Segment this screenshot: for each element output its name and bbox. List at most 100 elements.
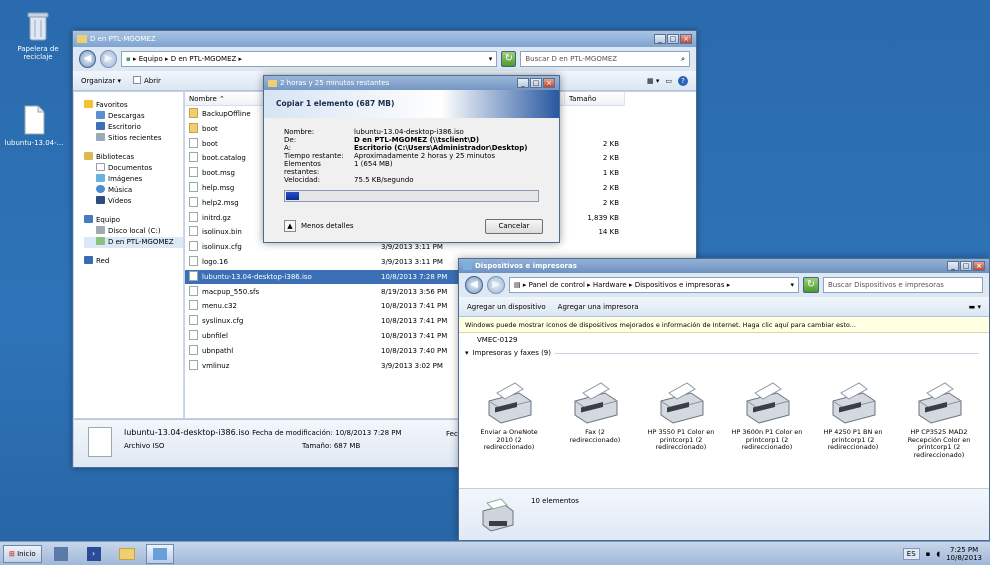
taskbar: ⊞ Inicio › ES ▪ ◖ 7:25 PM 10/8/2013	[0, 541, 990, 565]
network-drive-icon	[96, 237, 105, 245]
help-icon[interactable]: ?	[678, 75, 688, 86]
copy-progress-dialog[interactable]: 2 horas y 25 minutos restantes _ □ × Cop…	[263, 75, 560, 243]
info-bar[interactable]: Windows puede mostrar iconos de disposit…	[459, 317, 989, 333]
printer-item[interactable]: HP 3550 P1 Color en printcorp1 (2 redire…	[645, 379, 717, 452]
copy-dialog-titlebar[interactable]: 2 horas y 25 minutos restantes _ □ ×	[264, 76, 559, 90]
printer-label: HP 4250 P1 BN en printcorp1 (2 redirecci…	[823, 428, 883, 451]
library-icon	[84, 152, 93, 160]
file-icon	[189, 167, 198, 178]
copy-detail-key: Velocidad:	[284, 176, 321, 184]
file-name-cell: macpup_550.sfs	[189, 285, 259, 299]
search-icon[interactable]: ⌕	[681, 55, 685, 64]
nav-item-network-drive[interactable]: D en PTL-MGOMEZ	[84, 237, 183, 248]
cancel-button[interactable]: Cancelar	[485, 219, 543, 234]
address-bar[interactable]: ▪ ▸ Equipo ▸ D en PTL-MGOMEZ ▸ ▾	[121, 51, 498, 67]
copy-detail-row: Velocidad: 75.5 KB/segundo	[284, 176, 545, 184]
volume-tray-icon[interactable]: ◖	[936, 550, 940, 558]
nav-item-pictures[interactable]: Imágenes	[84, 174, 183, 185]
refresh-button[interactable]: ↻	[803, 277, 819, 293]
nav-network[interactable]: Red	[84, 256, 183, 267]
file-name-cell: isolinux.cfg	[189, 240, 242, 254]
printer-item[interactable]: HP 4250 P1 BN en printcorp1 (2 redirecci…	[817, 379, 889, 452]
forward-button[interactable]: ▶	[487, 276, 505, 294]
address-dropdown-icon[interactable]: ▾	[790, 281, 794, 289]
taskbar-control-panel[interactable]	[145, 543, 174, 564]
breadcrumb-control-panel[interactable]: Panel de control	[529, 281, 585, 289]
forward-button[interactable]: ▶	[100, 50, 118, 68]
nav-item-music[interactable]: Música	[84, 185, 183, 196]
language-indicator[interactable]: ES	[902, 547, 920, 560]
close-button[interactable]: ×	[680, 34, 692, 44]
iso-file-shortcut[interactable]: lubuntu-13.04-...	[4, 104, 64, 147]
devices-address-bar[interactable]: ▤ ▸ Panel de control ▸ Hardware ▸ Dispos…	[509, 277, 799, 293]
address-dropdown-icon[interactable]: ▾	[489, 55, 493, 63]
devices-titlebar[interactable]: Dispositivos e impresoras _ □ ×	[459, 259, 989, 273]
taskbar-server-manager[interactable]	[47, 544, 75, 564]
taskbar-explorer[interactable]	[113, 544, 141, 564]
nav-item-local-disk[interactable]: Disco local (C:)	[84, 226, 183, 237]
preview-pane-icon[interactable]: ▭	[665, 77, 672, 85]
file-size-cell: 2 KB	[602, 154, 619, 163]
file-icon	[189, 330, 198, 340]
add-device-button[interactable]: Agregar un dispositivo	[467, 303, 546, 311]
printers-group-header[interactable]: ▾ Impresoras y faxes (9)	[459, 344, 989, 357]
clock[interactable]: 7:25 PM 10/8/2013	[946, 546, 982, 562]
start-button[interactable]: ⊞ Inicio	[3, 544, 42, 563]
minimize-button[interactable]: _	[654, 34, 666, 44]
file-icon	[189, 344, 198, 355]
back-button[interactable]: ◀	[465, 276, 483, 294]
file-date-cell: 8/19/2013 3:56 PM	[381, 287, 448, 296]
details-filename: lubuntu-13.04-desktop-i386.iso	[124, 428, 250, 437]
clock-date: 10/8/2013	[946, 553, 982, 562]
close-button[interactable]: ×	[973, 261, 985, 271]
refresh-button[interactable]: ↻	[501, 51, 517, 67]
details-modified-value: 10/8/2013 7:28 PM	[335, 429, 402, 437]
add-printer-button[interactable]: Agregar una impresora	[558, 303, 639, 311]
explorer-search-input[interactable]: Buscar D en PTL-MGOMEZ ⌕	[520, 51, 690, 67]
nav-item-downloads[interactable]: Descargas	[84, 111, 183, 122]
nav-item-desktop[interactable]: Escritorio	[84, 122, 183, 133]
close-button[interactable]: ×	[543, 78, 555, 88]
network-tray-icon[interactable]: ▪	[926, 550, 931, 558]
copy-detail-row: Nombre: lubuntu-13.04-desktop-i386.iso	[284, 128, 545, 136]
breadcrumb-hardware[interactable]: Hardware	[593, 281, 627, 289]
nav-libraries[interactable]: Bibliotecas	[84, 152, 183, 163]
view-options-icon[interactable]: ▦ ▾	[647, 77, 659, 85]
column-header-size[interactable]: Tamaño	[565, 92, 625, 106]
explorer-titlebar[interactable]: D en PTL-MGOMEZ _ □ ×	[73, 31, 696, 47]
open-icon	[132, 76, 141, 84]
printer-icon	[739, 379, 795, 425]
nav-favorites[interactable]: Favoritos	[84, 100, 183, 111]
less-details-toggle[interactable]: ▲ Menos detalles	[284, 220, 354, 232]
file-size-cell: 2 KB	[602, 139, 619, 148]
printer-item[interactable]: Fax (2 redireccionado)	[559, 379, 631, 444]
minimize-button[interactable]: _	[517, 78, 529, 88]
breadcrumb-drive[interactable]: D en PTL-MGOMEZ	[171, 55, 237, 63]
computer-icon: ▪	[126, 55, 131, 63]
printer-item[interactable]: HP 3600n P1 Color en printcorp1 (2 redir…	[731, 379, 803, 452]
printer-item[interactable]: Enviar a OneNote 2010 (2 redireccionado)	[473, 379, 545, 452]
recycle-bin-shortcut[interactable]: Papelera de reciclaje	[8, 10, 68, 61]
minimize-button[interactable]: _	[947, 261, 959, 271]
open-button[interactable]: Abrir	[132, 76, 161, 85]
devices-printers-window[interactable]: Dispositivos e impresoras _ □ × ◀ ▶ ▤ ▸ …	[458, 258, 990, 541]
nav-item-videos[interactable]: Vídeos	[84, 196, 183, 207]
maximize-button[interactable]: □	[960, 261, 972, 271]
devices-search-input[interactable]: Buscar Dispositivos e impresoras	[823, 277, 983, 293]
breadcrumb-devices[interactable]: Dispositivos e impresoras	[635, 281, 725, 289]
nav-item-documents[interactable]: Documentos	[84, 163, 183, 174]
nav-item-recent[interactable]: Sitios recientes	[84, 133, 183, 144]
breadcrumb-equipo[interactable]: Equipo	[139, 55, 163, 63]
back-button[interactable]: ◀	[79, 50, 97, 68]
maximize-button[interactable]: □	[667, 34, 679, 44]
taskbar-powershell[interactable]: ›	[80, 544, 108, 564]
copy-detail-value: Escritorio (C:\Users\Administrador\Deskt…	[354, 144, 528, 152]
recycle-bin-label: Papelera de reciclaje	[17, 45, 59, 61]
copy-detail-row: A: Escritorio (C:\Users\Administrador\Des…	[284, 144, 545, 152]
view-options-icon[interactable]: ▬ ▾	[969, 303, 981, 311]
file-name-cell: initrd.gz	[189, 211, 231, 225]
organize-button[interactable]: Organizar ▾	[81, 77, 121, 85]
printer-item[interactable]: HP CP3525 MAD2 Recepción Color en printc…	[903, 379, 975, 459]
maximize-button[interactable]: □	[530, 78, 542, 88]
nav-computer[interactable]: Equipo	[84, 215, 183, 226]
